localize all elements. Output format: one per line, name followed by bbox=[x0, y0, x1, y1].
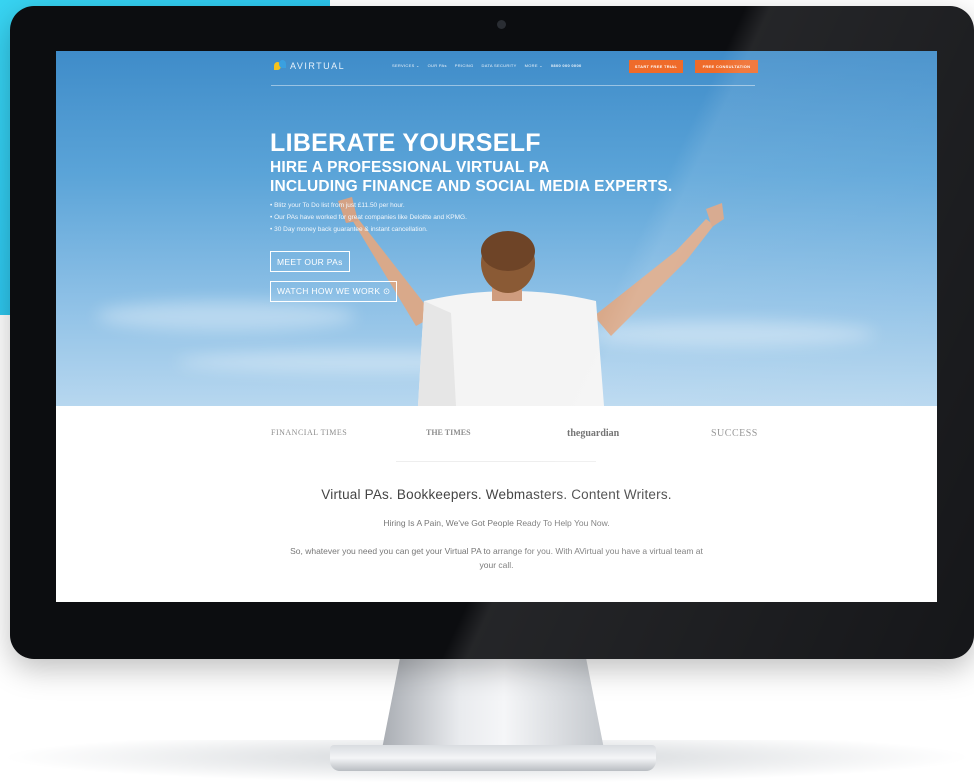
nav-item-services[interactable]: SERVICES ⌄ bbox=[392, 63, 420, 68]
hero-title: LIBERATE YOURSELF bbox=[270, 129, 541, 157]
the-times-logo: THE TIMES bbox=[426, 428, 471, 437]
watch-how-we-work-button[interactable]: WATCH HOW WE WORK ⊙ bbox=[270, 281, 398, 302]
website-screen: AVIRTUAL SERVICES ⌄ OUR PAs PRICING DATA… bbox=[56, 51, 937, 602]
success-logo: SUCCESS bbox=[711, 428, 758, 439]
top-navigation: AVIRTUAL SERVICES ⌄ OUR PAs PRICING DATA… bbox=[56, 51, 937, 87]
nav-phone-number[interactable]: 0800 000 0000 bbox=[551, 63, 582, 68]
logo-text: AVIRTUAL bbox=[290, 61, 346, 71]
hero-person-image bbox=[338, 197, 724, 406]
avirtual-logo[interactable]: AVIRTUAL bbox=[274, 60, 345, 72]
free-consultation-button[interactable]: FREE CONSULTATION bbox=[695, 60, 758, 73]
nav-item-our-pas[interactable]: OUR PAs bbox=[428, 63, 447, 68]
monitor-stand-neck bbox=[382, 659, 604, 749]
hero-bullet: Blitz your To Do list from just £11.50 p… bbox=[270, 200, 467, 212]
nav-links: SERVICES ⌄ OUR PAs PRICING DATA SECURITY… bbox=[392, 63, 582, 68]
services-tagline: Virtual PAs. Bookkeepers. Webmasters. Co… bbox=[321, 487, 672, 502]
hero-subtitle-line-1: HIRE A PROFESSIONAL VIRTUAL PA bbox=[270, 159, 550, 176]
nav-item-data-security[interactable]: DATA SECURITY bbox=[482, 63, 517, 68]
the-guardian-logo: theguardian bbox=[567, 428, 620, 439]
financial-times-logo: FINANCIAL TIMES bbox=[271, 428, 348, 437]
hero-section: AVIRTUAL SERVICES ⌄ OUR PAs PRICING DATA… bbox=[56, 51, 937, 406]
nav-divider bbox=[271, 85, 755, 86]
hero-bullet: 30 Day money back guarantee & instant ca… bbox=[270, 224, 467, 236]
section-divider bbox=[396, 461, 596, 462]
nav-item-more[interactable]: MORE ⌄ bbox=[525, 63, 543, 68]
hero-bullet: Our PAs have worked for great companies … bbox=[270, 212, 467, 224]
logo-icon bbox=[274, 60, 286, 72]
start-free-trial-button[interactable]: START FREE TRIAL bbox=[629, 60, 683, 73]
hero-bullet-list: Blitz your To Do list from just £11.50 p… bbox=[270, 200, 467, 236]
intro-paragraph: So, whatever you need you can get your V… bbox=[290, 546, 703, 570]
camera-icon bbox=[497, 20, 506, 29]
monitor-stand-base bbox=[330, 745, 656, 771]
hiring-subheading: Hiring Is A Pain, We've Got People Ready… bbox=[383, 518, 610, 528]
nav-item-pricing[interactable]: PRICING bbox=[455, 63, 474, 68]
hero-subtitle-line-2: INCLUDING FINANCE AND SOCIAL MEDIA EXPER… bbox=[270, 178, 673, 195]
meet-our-pas-button[interactable]: MEET OUR PAs bbox=[270, 251, 350, 272]
